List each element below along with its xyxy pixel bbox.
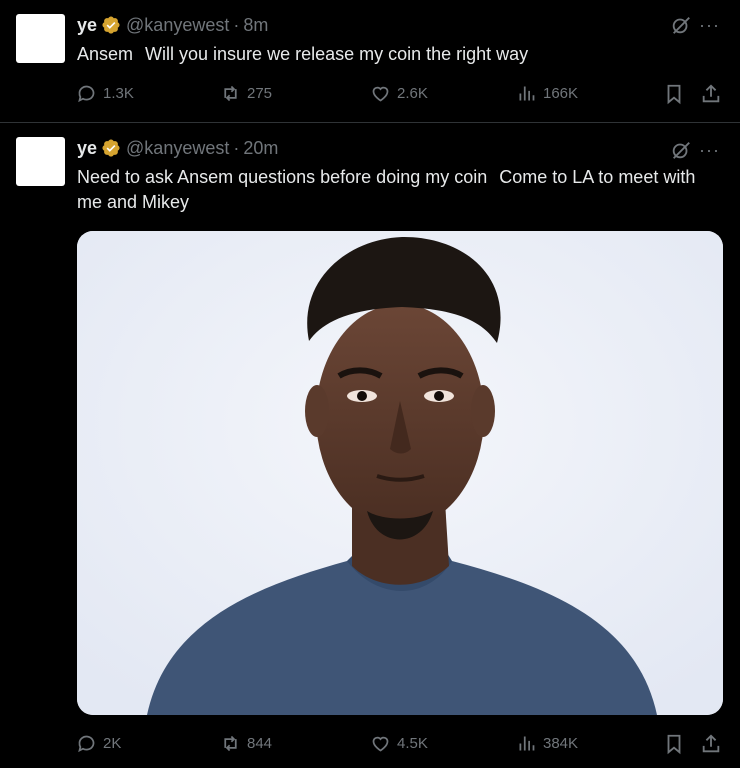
- verified-badge-icon: [102, 139, 120, 157]
- tweet-actions: 2K 844 4.5K 384K: [76, 733, 724, 757]
- repost-count: 844: [247, 735, 273, 752]
- repost-button[interactable]: 844: [220, 733, 272, 754]
- tweet-text-part: Will you insure we release my coin the r…: [145, 44, 529, 64]
- reply-count: 2K: [103, 735, 122, 752]
- reply-icon: [78, 85, 95, 103]
- bookmark-button[interactable]: [663, 83, 685, 110]
- like-count: 2.6K: [397, 85, 428, 102]
- grok-icon[interactable]: [670, 139, 692, 161]
- share-icon: [702, 84, 720, 103]
- like-button[interactable]: 2.6K: [370, 83, 428, 104]
- share-icon: [702, 734, 720, 753]
- tweet-text: Ansem Will you insure we release my coin …: [77, 42, 717, 67]
- like-count: 4.5K: [397, 735, 428, 752]
- timestamp[interactable]: 8m: [243, 15, 268, 36]
- like-button[interactable]: 4.5K: [370, 733, 428, 754]
- reply-count: 1.3K: [103, 85, 134, 102]
- tweet-photo[interactable]: [77, 231, 723, 715]
- author-name[interactable]: ye: [77, 138, 97, 159]
- author-handle[interactable]: @kanyewest: [126, 15, 229, 36]
- repost-button[interactable]: 275: [220, 83, 272, 104]
- tweet-text: Need to ask Ansem questions before doing…: [77, 165, 717, 215]
- avatar[interactable]: [16, 137, 65, 186]
- portrait-photo: [77, 231, 723, 715]
- separator: ·: [233, 137, 240, 158]
- repost-icon: [224, 735, 237, 752]
- verified-badge-icon: [102, 16, 120, 34]
- author-handle[interactable]: @kanyewest: [126, 138, 229, 159]
- author-name[interactable]: ye: [77, 15, 97, 36]
- reply-button[interactable]: 2K: [76, 733, 121, 754]
- views-button[interactable]: 166K: [516, 83, 578, 104]
- separator: ·: [233, 14, 240, 35]
- share-button[interactable]: [700, 83, 722, 110]
- repost-icon: [224, 85, 237, 102]
- share-button[interactable]: [700, 733, 722, 760]
- heart-icon: [372, 736, 389, 752]
- views-button[interactable]: 384K: [516, 733, 578, 754]
- reply-button[interactable]: 1.3K: [76, 83, 134, 104]
- tweet-header: ye @kanyewest · 8m: [77, 12, 268, 38]
- tweet-header: ye @kanyewest · 20m: [77, 135, 278, 161]
- views-count: 166K: [543, 85, 579, 102]
- more-options-icon[interactable]: ···: [699, 141, 720, 159]
- tweet-text-part: Ansem: [77, 44, 134, 64]
- avatar[interactable]: [16, 14, 65, 63]
- grok-icon[interactable]: [670, 14, 692, 36]
- tweet-1[interactable]: ye @kanyewest · 8m ··· Ansem Will you ins…: [0, 0, 740, 122]
- tweet-text-part: Need to ask Ansem questions before doing…: [77, 167, 488, 187]
- repost-count: 275: [247, 85, 273, 102]
- bookmark-icon: [667, 84, 681, 105]
- timestamp[interactable]: 20m: [243, 138, 278, 159]
- tweet-actions: 1.3K 275 2.6K 166K: [76, 83, 724, 107]
- views-chart-icon: [519, 736, 535, 751]
- reply-icon: [78, 735, 95, 753]
- heart-icon: [372, 86, 389, 102]
- views-count: 384K: [543, 735, 579, 752]
- more-options-icon[interactable]: ···: [699, 16, 720, 34]
- bookmark-icon: [667, 734, 681, 755]
- bookmark-button[interactable]: [663, 733, 685, 760]
- views-chart-icon: [519, 86, 535, 101]
